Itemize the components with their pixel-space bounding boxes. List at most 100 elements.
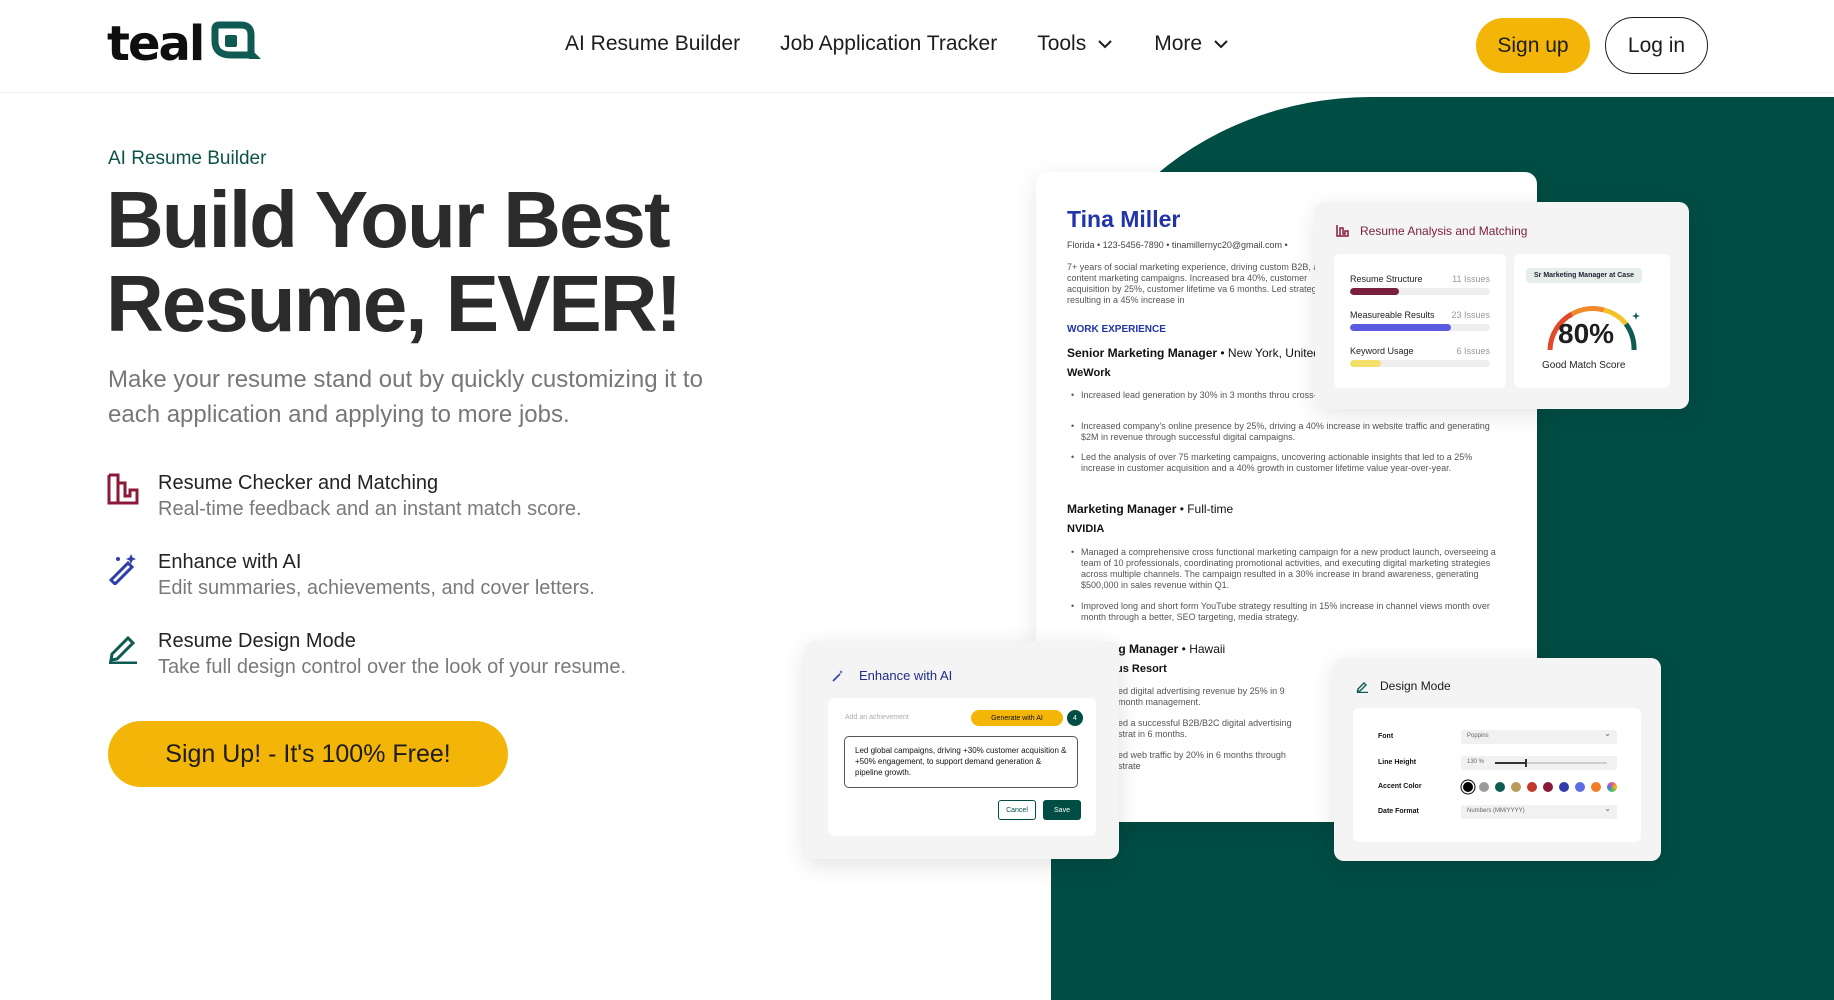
nav-link-tools[interactable]: Tools xyxy=(1037,32,1114,56)
metric-issues: 11 Issues xyxy=(1452,274,1490,284)
magic-wand-icon xyxy=(108,554,136,585)
achievement-placeholder: Add an achievement xyxy=(845,714,909,721)
resume-company: WeWork xyxy=(1067,367,1111,379)
job-title: Senior Marketing Manager xyxy=(1067,346,1218,360)
hero-subhead: Make your resume stand out by quickly cu… xyxy=(108,366,703,428)
nav-links: AI Resume Builder Job Application Tracke… xyxy=(565,32,1230,56)
nav-link-label: Job Application Tracker xyxy=(780,32,998,55)
logo-text: teal xyxy=(107,16,205,72)
resume-bullet: Improved long and short form YouTube str… xyxy=(1071,601,1501,623)
generate-count-badge: 4 xyxy=(1067,710,1083,726)
signup-button[interactable]: Sign up xyxy=(1476,18,1590,73)
enhance-title: Enhance with AI xyxy=(859,668,953,683)
job-title: Marketing Manager xyxy=(1067,502,1177,516)
nav-link-label: More xyxy=(1154,32,1203,55)
feature-title: Resume Checker and Matching xyxy=(158,472,439,494)
resume-bullet: Managed a comprehensive cross functional… xyxy=(1071,547,1501,591)
resume-company: NVIDIA xyxy=(1067,523,1105,535)
accent-color-swatch[interactable] xyxy=(1527,782,1537,792)
enhance-panel: Add an achievement Generate with AI 4 Le… xyxy=(828,698,1096,836)
accent-color-swatch[interactable] xyxy=(1575,782,1585,792)
accent-color-swatch[interactable] xyxy=(1607,782,1617,792)
chevron-down-icon xyxy=(1214,40,1228,49)
nav-link-label: AI Resume Builder xyxy=(565,32,741,55)
resume-bullet: ed digital advertising revenue by 25% in… xyxy=(1108,686,1298,708)
accent-color-swatch[interactable] xyxy=(1495,782,1505,792)
signup-free-cta-button[interactable]: Sign Up! - It's 100% Free! xyxy=(108,721,508,787)
metric-keyword-usage: Keyword Usage 6 Issues xyxy=(1350,346,1490,367)
resume-bullet: Led the analysis of over 75 marketing ca… xyxy=(1071,452,1501,474)
magic-wand-icon xyxy=(832,670,843,682)
save-button[interactable]: Save xyxy=(1043,800,1081,820)
metric-issues: 23 Issues xyxy=(1451,310,1490,320)
design-mode-card: Design Mode Font Poppins Line Height 130… xyxy=(1334,658,1661,861)
metric-label: Measureable Results xyxy=(1350,310,1435,320)
resume-contact: Florida • 123-5456-7890 • tinamillernyc2… xyxy=(1067,240,1288,250)
design-mode-title: Design Mode xyxy=(1380,679,1451,693)
line-height-slider-fill xyxy=(1495,762,1525,764)
nav-link-job-application-tracker[interactable]: Job Application Tracker xyxy=(780,32,997,56)
enhance-with-ai-card: Enhance with AI Add an achievement Gener… xyxy=(805,641,1119,859)
hero-headline: Build Your Best Resume, EVER! xyxy=(106,175,682,348)
feature-item: Resume Design Mode Take full design cont… xyxy=(106,628,626,680)
top-navbar: teal AI Resume Builder Job Application T… xyxy=(0,0,1834,93)
resume-bullet: ed a successful B2B/B2C digital advertis… xyxy=(1108,718,1298,740)
metric-bar-fill xyxy=(1350,288,1399,295)
accent-color-swatches xyxy=(1463,782,1623,794)
metric-label: Keyword Usage xyxy=(1350,346,1414,356)
font-select[interactable]: Poppins xyxy=(1461,729,1617,744)
achievement-textarea[interactable]: Led global campaigns, driving +30% custo… xyxy=(844,736,1078,788)
accent-color-swatch[interactable] xyxy=(1543,782,1553,792)
generate-with-ai-button[interactable]: Generate with AI xyxy=(971,710,1063,726)
role-pill: Sr Marketing Manager at Case xyxy=(1526,268,1642,283)
match-score-panel: Sr Marketing Manager at Case 80% Good Ma… xyxy=(1514,254,1670,388)
line-height-label: Line Height xyxy=(1378,759,1417,766)
feature-item: Resume Checker and Matching Real-time fe… xyxy=(106,470,626,522)
match-score-value: 80% xyxy=(1558,318,1615,349)
accent-color-swatch[interactable] xyxy=(1511,782,1521,792)
match-score-label: Good Match Score xyxy=(1542,360,1626,371)
design-settings-panel: Font Poppins Line Height 130 % Accent Co… xyxy=(1353,708,1641,842)
nav-link-ai-resume-builder[interactable]: AI Resume Builder xyxy=(565,32,740,56)
login-button[interactable]: Log in xyxy=(1605,17,1708,74)
hero-eyebrow: AI Resume Builder xyxy=(108,148,267,169)
metric-bar xyxy=(1350,360,1490,367)
teal-logo[interactable]: teal xyxy=(107,20,263,68)
resume-analysis-card: Resume Analysis and Matching Resume Stru… xyxy=(1315,202,1689,409)
metric-bar xyxy=(1350,288,1490,295)
nav-link-more[interactable]: More xyxy=(1154,32,1230,56)
chevron-down-icon xyxy=(1098,40,1112,49)
bar-chart-icon xyxy=(1336,225,1349,237)
metric-measureable-results: Measureable Results 23 Issues xyxy=(1350,310,1490,331)
metric-bar-fill xyxy=(1350,360,1381,367)
feature-description: Edit summaries, achievements, and cover … xyxy=(158,577,595,599)
analysis-title: Resume Analysis and Matching xyxy=(1360,224,1528,238)
feature-description: Take full design control over the look o… xyxy=(158,656,627,678)
feature-item: Enhance with AI Edit summaries, achievem… xyxy=(106,549,626,601)
job-title: ng Manager xyxy=(1111,642,1179,656)
accent-color-swatch[interactable] xyxy=(1591,782,1601,792)
metric-bar xyxy=(1350,324,1490,331)
accent-color-swatch[interactable] xyxy=(1463,782,1473,792)
line-height-value: 130 % xyxy=(1467,759,1485,765)
bar-chart-icon xyxy=(107,473,139,505)
line-height-slider-handle[interactable] xyxy=(1525,759,1527,767)
metric-issues: 6 Issues xyxy=(1456,346,1490,356)
resume-bullet: ed web traffic by 20% in 6 months throug… xyxy=(1108,750,1298,772)
accent-color-swatch[interactable] xyxy=(1559,782,1569,792)
teal-logo-icon xyxy=(211,21,262,59)
accent-color-swatch[interactable] xyxy=(1479,782,1489,792)
job-meta: • New York, United xyxy=(1217,346,1320,360)
pencil-icon xyxy=(109,635,137,664)
feature-title: Enhance with AI xyxy=(158,551,302,573)
resume-company: us Resort xyxy=(1116,663,1167,675)
feature-title: Resume Design Mode xyxy=(158,630,356,652)
resume-job-title: Senior Marketing Manager • New York, Uni… xyxy=(1067,346,1320,360)
date-format-select[interactable]: Numbers (MM/YYYY) xyxy=(1461,804,1617,819)
resume-section-title: WORK EXPERIENCE xyxy=(1067,324,1166,335)
pencil-icon xyxy=(1356,682,1368,693)
analysis-metrics: Resume Structure 11 Issues Measureable Re… xyxy=(1334,254,1506,388)
cancel-button[interactable]: Cancel xyxy=(998,800,1036,820)
date-format-label: Date Format xyxy=(1378,808,1419,815)
font-label: Font xyxy=(1378,733,1394,740)
